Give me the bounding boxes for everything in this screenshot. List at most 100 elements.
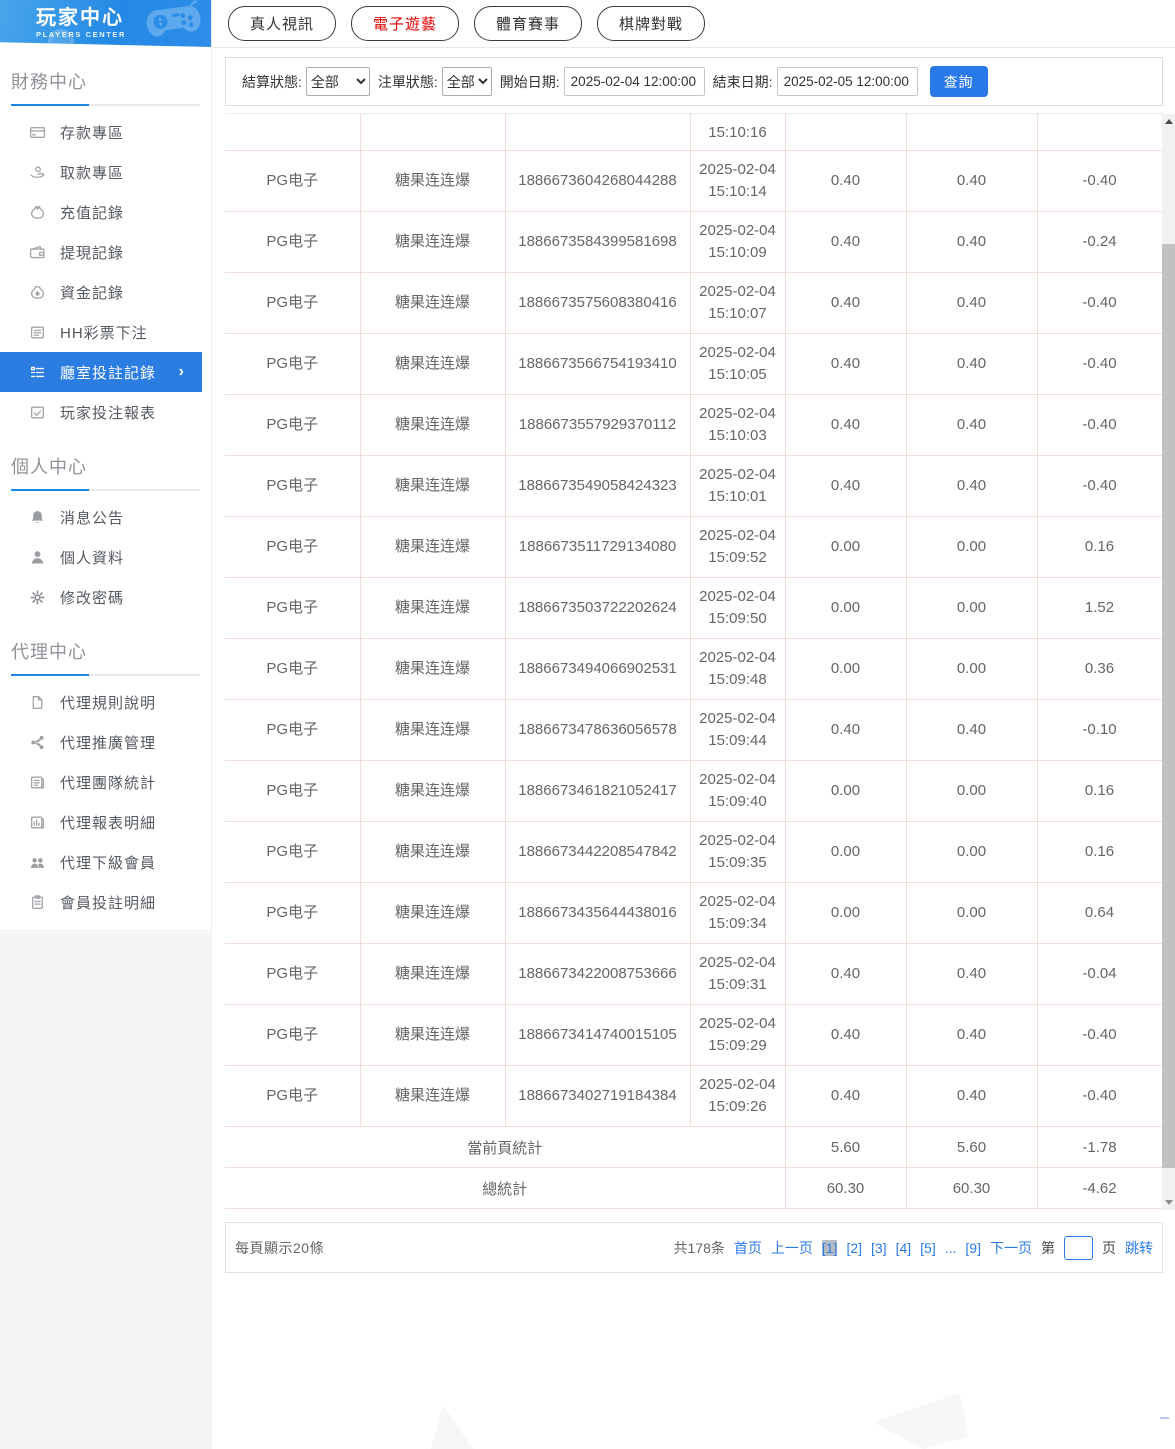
bet-amount-cell: 0.40: [784, 455, 907, 517]
table-row[interactable]: PG电子 糖果连连爆 1886673494066902531 2025-02-0…: [225, 638, 1163, 700]
section-title: 個人中心: [11, 457, 87, 477]
table-row[interactable]: PG电子 糖果连连爆 1886673503722202624 2025-02-0…: [225, 577, 1163, 639]
profit-cell: -0.40: [1036, 394, 1163, 456]
vertical-scrollbar[interactable]: [1162, 114, 1175, 1210]
table-row[interactable]: PG电子 糖果连连爆 1886673575608380416 2025-02-0…: [225, 272, 1163, 334]
page-number-link[interactable]: [1]: [821, 1239, 838, 1256]
sidebar-item-agent-sub-members[interactable]: 代理下級會員: [0, 842, 211, 882]
sidebar-item-withdraw[interactable]: 取款專區: [0, 152, 211, 192]
sidebar-item-label: 玩家投注報表: [60, 404, 157, 422]
sidebar-item-profile[interactable]: 個人資料: [0, 537, 211, 577]
sidebar-item-agent-report-detail[interactable]: 代理報表明細: [0, 802, 211, 842]
profit-cell: -0.40: [1036, 455, 1163, 517]
sidebar-item-player-report[interactable]: 玩家投注報表: [0, 392, 211, 432]
bell-icon: [29, 509, 46, 526]
jump-page-input[interactable]: [1064, 1235, 1093, 1260]
page-summary-profit: -1.78: [1036, 1126, 1163, 1168]
settle-status-select[interactable]: 全部: [305, 67, 370, 96]
table-row[interactable]: PG电子 糖果连连爆 1886673549058424323 2025-02-0…: [225, 455, 1163, 517]
sidebar-item-funds-record[interactable]: 資金記錄: [0, 272, 211, 312]
order-no-cell: 1886673549058424323: [504, 455, 691, 517]
valid-bet-cell: 0.00: [905, 638, 1038, 700]
valid-bet-cell: 0.40: [905, 394, 1038, 456]
valid-bet-cell: 0.40: [905, 150, 1038, 212]
page-number-link[interactable]: [5]: [920, 1240, 936, 1256]
bet-amount-cell: 0.40: [784, 943, 907, 1005]
scroll-up-arrow-icon[interactable]: [1162, 114, 1175, 129]
lottery-list-icon: [29, 324, 46, 341]
table-row[interactable]: PG电子 糖果连连爆 1886673604268044288 2025-02-0…: [225, 150, 1163, 212]
category-tab[interactable]: 體育賽事: [474, 6, 583, 41]
sidebar-item-hall-bet-record[interactable]: 廳室投註記錄 ›: [0, 352, 202, 392]
bet-amount-cell: 0.00: [784, 638, 907, 700]
table-row[interactable]: PG电子 糖果连连爆 1886673414740015105 2025-02-0…: [225, 1004, 1163, 1066]
triangle-decoration: [873, 1393, 968, 1449]
sidebar-item-label: 代理團隊統計: [60, 774, 157, 792]
sidebar-item-recharge-record[interactable]: 充值記錄: [0, 192, 211, 232]
table-row[interactable]: PG电子 糖果连连爆 1886673442208547842 2025-02-0…: [225, 821, 1163, 883]
category-tab[interactable]: 真人視訊: [228, 6, 337, 41]
category-tab[interactable]: 電子遊藝: [351, 6, 460, 41]
page-number-link[interactable]: [3]: [871, 1240, 887, 1256]
total-summary-label: 總統計: [225, 1167, 786, 1209]
sidebar-section-finance: 財務中心 存款專區 取款專區 充值記錄 提現記錄 資金記錄 HH彩票下注 廳室投…: [0, 60, 211, 432]
sidebar-item-member-bet-detail[interactable]: 會員投註明細: [0, 882, 211, 922]
gear-icon: [29, 589, 46, 606]
game-cell: 糖果连连爆: [359, 821, 506, 883]
page-number-link[interactable]: [2]: [846, 1240, 862, 1256]
sidebar-item-agent-promotion[interactable]: 代理推廣管理: [0, 722, 211, 762]
sidebar-item-label: 代理下級會員: [60, 854, 157, 872]
page-number-link[interactable]: [9]: [965, 1240, 981, 1256]
sidebar-item-agent-team-stats[interactable]: 代理團隊統計: [0, 762, 211, 802]
sidebar-item-announcements[interactable]: 消息公告: [0, 497, 211, 537]
table-row[interactable]: PG电子 糖果连连爆 1886673511729134080 2025-02-0…: [225, 516, 1163, 578]
jump-button[interactable]: 跳转: [1125, 1238, 1153, 1258]
bet-amount-cell: 0.00: [784, 516, 907, 578]
table-row[interactable]: PG电子 糖果连连爆 1886673478636056578 2025-02-0…: [225, 699, 1163, 761]
bet-clipboard-icon: [29, 894, 46, 911]
table-row[interactable]: PG电子 糖果连连爆 1886673422008753666 2025-02-0…: [225, 943, 1163, 1005]
datetime-cell: 2025-02-04 15:09:34: [689, 882, 786, 944]
page-number-link[interactable]: ...: [945, 1240, 957, 1256]
next-page-link[interactable]: 下一页: [990, 1238, 1032, 1258]
sidebar-item-lottery-bet[interactable]: HH彩票下注: [0, 312, 211, 352]
game-cell: 糖果连连爆: [359, 699, 506, 761]
search-button[interactable]: 查詢: [929, 66, 988, 97]
sidebar-item-label: 代理規則說明: [60, 694, 157, 712]
sidebar-item-label: 修改密碼: [60, 589, 125, 607]
table-row[interactable]: PG电子 糖果连连爆 1886673584399581698 2025-02-0…: [225, 211, 1163, 273]
withdraw-hand-icon: [29, 164, 46, 181]
sidebar-item-change-password[interactable]: 修改密碼: [0, 577, 211, 617]
page-number-link[interactable]: [4]: [896, 1240, 912, 1256]
scroll-down-arrow-icon[interactable]: [1162, 1195, 1175, 1210]
profit-cell: 0.16: [1036, 821, 1163, 883]
table-row[interactable]: PG电子 糖果连连爆 1886673566754193410 2025-02-0…: [225, 333, 1163, 395]
start-date-input[interactable]: [563, 67, 705, 96]
prev-page-link[interactable]: 上一页: [771, 1238, 813, 1258]
game-cell: 糖果连连爆: [359, 516, 506, 578]
sidebar-item-withdraw-record[interactable]: 提現記錄: [0, 232, 211, 272]
table-row[interactable]: PG电子 糖果连连爆 1886673461821052417 2025-02-0…: [225, 760, 1163, 822]
game-cell: 糖果连连爆: [359, 1065, 506, 1127]
order-status-select[interactable]: 全部: [441, 67, 492, 96]
triangle-decoration: [431, 1405, 473, 1449]
player-report-icon: [29, 404, 46, 421]
table-row[interactable]: PG电子 糖果连连爆 1886673402719184384 2025-02-0…: [225, 1065, 1163, 1127]
sidebar-item-deposit[interactable]: 存款專區: [0, 112, 211, 152]
platform-cell: PG电子: [225, 211, 361, 273]
order-status-label: 注單狀態:: [377, 73, 438, 90]
table-row[interactable]: PG电子 糖果连连爆 1886673435644438016 2025-02-0…: [225, 882, 1163, 944]
bet-amount-cell: 0.40: [784, 1004, 907, 1066]
end-date-input[interactable]: [776, 67, 918, 96]
game-cell: 糖果连连爆: [359, 882, 506, 944]
scrollbar-thumb[interactable]: [1162, 244, 1175, 1168]
table-row[interactable]: PG电子 糖果连连爆 1886673557929370112 2025-02-0…: [225, 394, 1163, 456]
partial-time-cell: 15:10:16: [689, 113, 786, 151]
sidebar-item-agent-rules[interactable]: 代理規則說明: [0, 682, 211, 722]
bet-amount-cell: 0.40: [784, 150, 907, 212]
section-divider: [11, 104, 200, 106]
datetime-cell: 2025-02-04 15:10:05: [689, 333, 786, 395]
first-page-link[interactable]: 首页: [734, 1238, 762, 1258]
category-tab[interactable]: 棋牌對戰: [597, 6, 706, 41]
profit-cell: -0.10: [1036, 699, 1163, 761]
